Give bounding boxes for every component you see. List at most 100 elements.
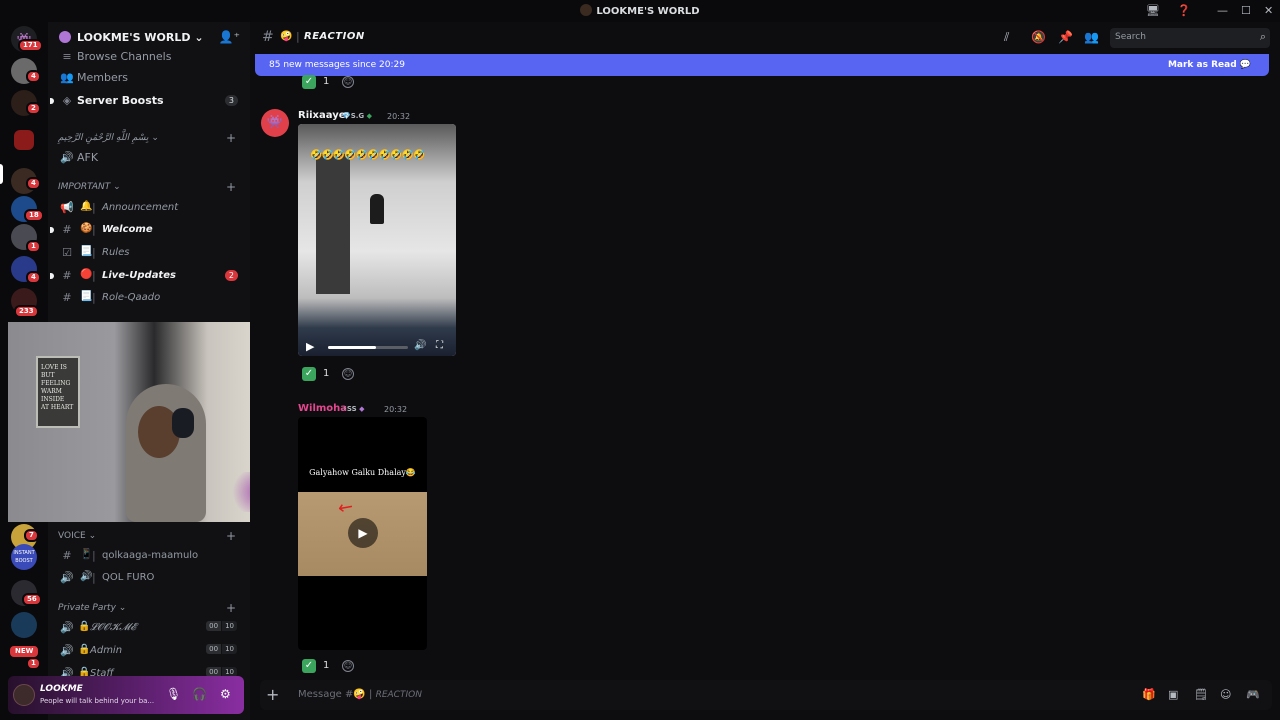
user-limit: 00 10 xyxy=(206,644,238,654)
server-header-icon xyxy=(59,31,71,43)
video-progress-bar[interactable] xyxy=(328,346,408,349)
server-boosts-item[interactable]: ◈ Server Boosts 3 xyxy=(50,91,242,111)
gift-icon[interactable]: 🎁 xyxy=(1142,688,1156,701)
channel-live-updates[interactable]: # 🔴 | Live-Updates 2 xyxy=(50,266,242,286)
instant-boost-server-icon[interactable]: INSTANT BOOST xyxy=(11,544,37,570)
emoji-icon[interactable]: ☺ xyxy=(1220,688,1231,701)
members-item[interactable]: 👥 Members xyxy=(56,68,242,88)
settings-gear-icon[interactable]: ⚙ xyxy=(220,687,231,701)
browse-icon: ≡ xyxy=(62,50,72,63)
video-progress-fill xyxy=(328,346,376,349)
window-title: LOOKME'S WORLD xyxy=(0,4,1280,17)
check-reaction-icon[interactable]: ✓ xyxy=(302,367,316,381)
avatar[interactable]: 👾 xyxy=(261,109,289,137)
check-reaction-icon[interactable]: ✓ xyxy=(302,659,316,673)
add-channel-icon[interactable]: + xyxy=(226,529,236,543)
server-tag[interactable]: 💎S.G ◆ xyxy=(342,112,372,120)
microphone-icon[interactable]: 🎙 xyxy=(166,687,181,701)
category-private-party[interactable]: Private Party ⌄ + xyxy=(58,601,242,617)
add-reaction-icon[interactable]: ☺ xyxy=(342,660,354,672)
sticker-icon[interactable]: 🗒 xyxy=(1194,688,1208,701)
channel-admin[interactable]: 🔊 🔒 Admin 00 10 xyxy=(56,641,242,661)
timestamp: 20:32 xyxy=(387,112,411,121)
speaker-icon: 🔊 xyxy=(60,151,74,164)
members-icon: 👥 xyxy=(60,71,74,84)
server-folder-icon[interactable] xyxy=(14,130,34,150)
user-limit: 00 10 xyxy=(206,621,238,631)
channel-qol-furo[interactable]: 🔊 🔊 | QOL FURO xyxy=(56,568,242,588)
browse-channels[interactable]: ≡ Browse Channels xyxy=(56,47,242,67)
author-name[interactable]: Riixaaye xyxy=(298,110,346,121)
server-tag[interactable]: ⚡SS ◆ xyxy=(342,405,365,413)
headphones-icon[interactable]: 🎧 xyxy=(192,687,207,701)
add-channel-icon[interactable]: + xyxy=(226,180,236,194)
hash-icon: # xyxy=(262,29,274,45)
user-panel: LOOKME People will talk behind your ba..… xyxy=(8,676,244,714)
hash-icon: # xyxy=(62,291,72,304)
channel-lookme[interactable]: 🔊 🔒 𝓛𝓞𝓞𝓚𝓜𝓔 00 10 xyxy=(56,618,242,638)
inbox-icon[interactable]: 🖥 xyxy=(1146,4,1160,17)
rules-icon: ☑ xyxy=(62,246,72,259)
add-reaction-icon[interactable]: ☺ xyxy=(342,76,354,88)
boost-icon: ◈ xyxy=(62,94,72,107)
channel-title: REACTION xyxy=(304,31,365,42)
category-important[interactable]: IMPORTANT ⌄ + xyxy=(58,180,242,196)
channel-qolkaaga-maamulo[interactable]: # 📱 | qolkaaga-maamulo xyxy=(56,546,242,566)
close-icon[interactable]: ✕ xyxy=(1264,4,1273,17)
message-input[interactable]: Message #🤪 | REACTION xyxy=(298,689,422,700)
author-name[interactable]: Wilmoha xyxy=(298,403,347,414)
category-voice[interactable]: VOICE ⌄ + xyxy=(58,529,242,545)
hash-icon: # xyxy=(62,269,72,282)
speaker-icon: 🔊 xyxy=(60,571,74,584)
new-messages-bar[interactable]: 85 new messages since 20:29 Mark as Read… xyxy=(255,54,1269,76)
notification-bell-icon[interactable]: 🔕 xyxy=(1031,30,1046,44)
help-icon[interactable]: ❓ xyxy=(1177,4,1191,17)
video-attachment[interactable]: 🤣🤣🤣🤣🤣🤣🤣🤣🤣🤣 ▶ 🔊 ⛶ xyxy=(298,124,456,356)
video-caption: Galyahow Galku Dhalay😂 xyxy=(309,468,416,477)
volume-icon[interactable]: 🔊 xyxy=(414,340,426,351)
channel-rules[interactable]: ☑ 📃 | Rules xyxy=(56,243,242,263)
search-input[interactable]: Search ⌕ xyxy=(1110,28,1270,48)
add-channel-icon[interactable]: + xyxy=(226,601,236,615)
threads-icon[interactable]: ⫽ xyxy=(1004,30,1009,45)
pin-icon[interactable]: 📌 xyxy=(1058,30,1073,44)
apps-icon[interactable]: 🎮 xyxy=(1246,688,1260,701)
video-emoji-overlay: 🤣🤣🤣🤣🤣🤣🤣🤣🤣🤣 xyxy=(310,150,426,161)
add-channel-icon[interactable]: + xyxy=(226,131,236,145)
selected-server-pill xyxy=(0,164,3,184)
maximize-icon[interactable]: ☐ xyxy=(1241,4,1251,17)
username[interactable]: LOOKME xyxy=(40,684,83,694)
invite-icon[interactable]: 👤⁺ xyxy=(219,30,240,44)
server-icon[interactable] xyxy=(11,612,37,638)
minimize-icon[interactable]: — xyxy=(1217,4,1228,17)
locked-speaker-icon: 🔊 xyxy=(60,621,74,634)
add-reaction-icon[interactable]: ☺ xyxy=(342,368,354,380)
new-count-badge: 1 xyxy=(26,657,41,670)
server-badge: 56 xyxy=(22,593,42,606)
locked-speaker-icon: 🔊 xyxy=(60,667,74,676)
avatar[interactable] xyxy=(13,684,35,706)
discord-app: LOOKME'S WORLD 🖥 ❓ — ☐ ✕ 👾 171 4 2 4 18 … xyxy=(0,0,1280,720)
channel-welcome[interactable]: # 🍪 | Welcome xyxy=(50,220,242,240)
fullscreen-icon[interactable]: ⛶ xyxy=(436,340,443,351)
mark-as-read-button[interactable]: Mark as Read 💬 xyxy=(1168,60,1251,70)
play-button[interactable]: ▶ xyxy=(348,518,378,548)
wall-poster: LOVE IS BUT FEELING WARM INSIDE AT HEART xyxy=(36,356,80,428)
gif-icon[interactable]: ▣ xyxy=(1168,688,1178,701)
channel-announcement[interactable]: 📢 🔔 | Announcement xyxy=(56,198,242,218)
message-composer[interactable]: + Message #🤪 | REACTION 🎁 ▣ 🗒 ☺ 🎮 xyxy=(260,680,1272,710)
video-attachment[interactable]: Galyahow Galku Dhalay😂 ↙ ▶ xyxy=(298,417,427,650)
channel-afk[interactable]: 🔊 AFK xyxy=(56,148,242,168)
check-reaction-icon[interactable]: ✓ xyxy=(302,75,316,89)
channel-staff[interactable]: 🔊 🔒 Staff 00 10 xyxy=(56,664,242,676)
member-list-icon[interactable]: 👥 xyxy=(1084,30,1099,44)
announcement-icon: 📢 xyxy=(60,201,74,214)
custom-status: People will talk behind your ba... xyxy=(40,697,155,705)
category-arabic[interactable]: بِسْمِ اللَّهِ الرَّحْمَٰنِ الرَّحِيمِ ⌄… xyxy=(58,131,242,147)
attach-plus-icon[interactable]: + xyxy=(266,685,279,704)
server-name[interactable]: LOOKME'S WORLD ⌄ xyxy=(77,31,204,44)
channel-role-qaado[interactable]: # 📃 | Role-Qaado xyxy=(56,288,242,308)
play-icon[interactable]: ▶ xyxy=(306,340,314,353)
server-badge: 4 xyxy=(26,70,41,83)
server-badge: 7 xyxy=(24,529,39,542)
